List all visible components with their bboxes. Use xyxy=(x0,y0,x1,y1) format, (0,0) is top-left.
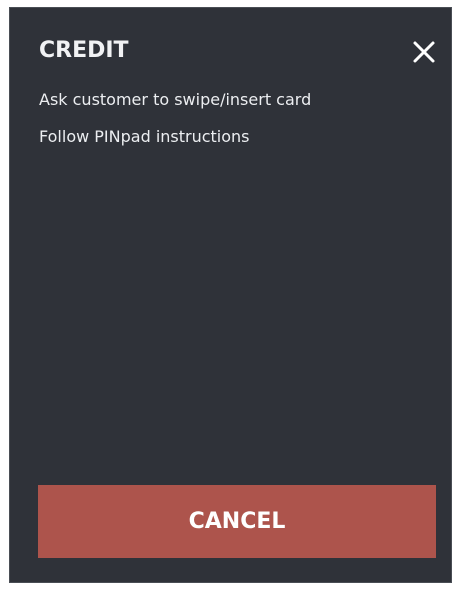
close-icon[interactable] xyxy=(412,40,436,64)
cancel-button[interactable]: CANCEL xyxy=(38,485,436,558)
dialog-title: CREDIT xyxy=(39,38,129,63)
instruction-follow-pinpad: Follow PINpad instructions xyxy=(39,127,250,146)
instruction-swipe-card: Ask customer to swipe/insert card xyxy=(39,90,312,109)
credit-dialog: CREDIT Ask customer to swipe/insert card… xyxy=(9,7,452,583)
